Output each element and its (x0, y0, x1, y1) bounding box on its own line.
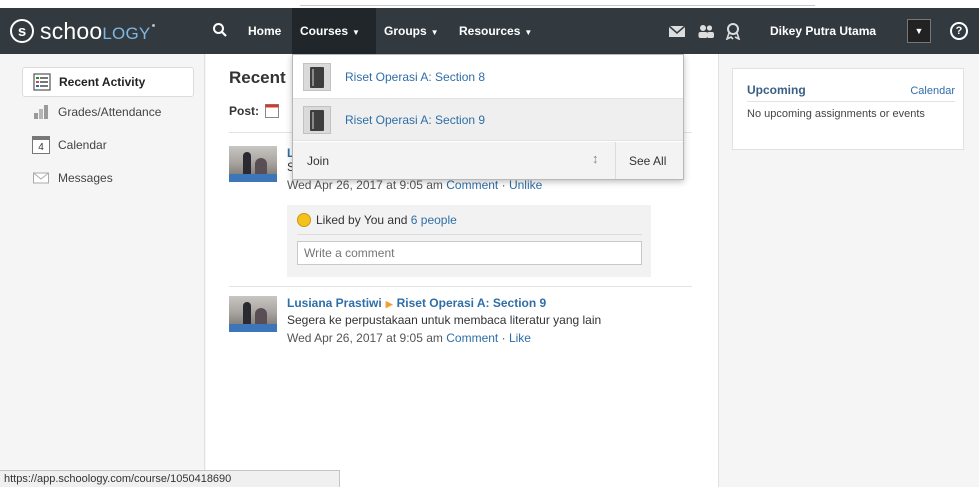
avatar[interactable] (229, 296, 277, 332)
post-bar: Post: (229, 103, 279, 118)
sidebar-item-grades[interactable]: Grades/Attendance (20, 98, 196, 126)
post-label: Post: (229, 103, 259, 118)
see-all-button[interactable]: See All (629, 154, 666, 168)
avatar-floor (229, 174, 277, 182)
feed-header: Lusiana Prastiwi ▶ Riset Operasi A: Sectio… (287, 296, 687, 310)
messages-icon[interactable] (668, 22, 686, 40)
left-sidebar: Recent Activity Grades/Attendance 4 Cale… (0, 54, 205, 487)
feed-meta: Wed Apr 26, 2017 at 9:05 am Comment · Un… (287, 178, 687, 192)
envelope-icon (33, 172, 49, 184)
logo-text-accent: logy (102, 23, 151, 43)
divider (747, 101, 955, 102)
unlike-link[interactable]: Unlike (509, 178, 542, 192)
course-book-icon (303, 105, 331, 134)
arrow-right-icon: ▶ (385, 299, 393, 309)
logo-text-main: schoo (40, 17, 103, 44)
sidebar-item-recent-activity[interactable]: Recent Activity (22, 67, 194, 97)
nav-courses[interactable]: Courses ▼ (292, 8, 376, 54)
user-menu-dropdown[interactable]: ▼ (907, 19, 931, 43)
connections-icon[interactable] (697, 22, 715, 40)
upcoming-title: Upcoming (747, 83, 806, 97)
nav-resources-label: Resources (459, 24, 521, 38)
logo-s-circle: s (10, 19, 34, 43)
chevron-down-icon: ▼ (524, 28, 533, 37)
right-sidebar: Upcoming Calendar No upcoming assignment… (718, 54, 979, 487)
divider (300, 5, 815, 6)
logo-text: schoology (40, 18, 150, 45)
comment-link[interactable]: Comment (446, 331, 498, 345)
user-name[interactable]: Dikey Putra Utama (770, 8, 876, 54)
feed-text: Segera ke perpustakaan untuk membaca lit… (287, 313, 602, 327)
upcoming-panel: Upcoming Calendar No upcoming assignment… (732, 68, 964, 150)
sidebar-item-label: Messages (58, 171, 113, 185)
book-spine (312, 68, 314, 86)
sidebar-item-label: Recent Activity (59, 75, 146, 89)
feed-meta: Wed Apr 26, 2017 at 9:05 am Comment · Li… (287, 331, 687, 345)
calendar-link[interactable]: Calendar (910, 85, 955, 97)
sort-icon[interactable]: ↕ (592, 151, 599, 166)
grades-icon (34, 105, 48, 119)
browser-top-strip (0, 0, 979, 8)
badge-icon[interactable] (724, 22, 742, 40)
sidebar-item-label: Calendar (58, 138, 107, 152)
course-item-label: Riset Operasi A: Section 8 (345, 69, 486, 84)
chevron-down-icon: ▼ (914, 26, 924, 36)
separator-dot: · (501, 331, 506, 345)
feed-author[interactable]: Lusiana Prastiwi (287, 296, 382, 310)
comment-link[interactable]: Comment (446, 178, 498, 192)
divider (229, 286, 692, 287)
course-item[interactable]: Riset Operasi A: Section 9 (293, 98, 683, 141)
divider (297, 234, 642, 235)
top-navbar: s schoology Home Courses ▼ Groups ▼ Resour… (0, 8, 979, 54)
likes-line: Liked by You and 6 people (297, 213, 457, 227)
courses-dropdown: Riset Operasi A: Section 8 Riset Operasi… (292, 54, 684, 180)
recent-activity-icon (33, 73, 51, 91)
join-course-button[interactable]: Join (307, 154, 329, 168)
nav-resources[interactable]: Resources ▼ (451, 8, 540, 54)
sidebar-item-label: Grades/Attendance (58, 105, 162, 119)
page-title: Recent (229, 68, 286, 87)
nav-courses-label: Courses (300, 24, 349, 38)
avatar-floor (229, 324, 277, 332)
chevron-down-icon: ▼ (352, 28, 360, 37)
like-link[interactable]: Like (509, 331, 531, 345)
feed-item: Lusiana Prastiwi ▶ Riset Operasi A: Sectio… (229, 296, 692, 356)
help-icon[interactable]: ? (950, 22, 968, 40)
course-item[interactable]: Riset Operasi A: Section 8 (293, 55, 683, 98)
feed-body: Lusiana Prastiwi ▶ Riset Operasi A: Sectio… (287, 296, 687, 345)
sidebar-item-calendar[interactable]: 4 Calendar (20, 131, 196, 159)
course-item-label: Riset Operasi A: Section 9 (345, 112, 486, 127)
post-event-icon[interactable] (265, 103, 279, 118)
upcoming-empty-text: No upcoming assignments or events (747, 108, 925, 120)
comment-input[interactable] (297, 241, 642, 265)
divider (615, 142, 616, 179)
separator-dot: · (501, 178, 506, 192)
like-smiley-icon (297, 213, 311, 227)
avatar[interactable] (229, 146, 277, 182)
course-book-icon (303, 62, 331, 91)
likes-people-link[interactable]: 6 people (411, 213, 457, 227)
chevron-down-icon: ▼ (430, 28, 439, 37)
feed-course-link[interactable]: Riset Operasi A: Section 9 (397, 296, 547, 310)
nav-groups-label: Groups (384, 24, 427, 38)
status-url-bar: https://app.schoology.com/course/1050418… (0, 470, 340, 487)
likes-box: Liked by You and 6 people (287, 205, 651, 277)
search-icon[interactable] (212, 22, 228, 38)
likes-prefix: Liked by You and (316, 213, 408, 227)
book-spine (312, 111, 314, 129)
dropdown-footer: Join ↕ See All (293, 142, 683, 179)
post-time: Wed Apr 26, 2017 at 9:05 am (287, 178, 443, 192)
schoology-logo[interactable]: s schoology (10, 16, 156, 46)
sidebar-item-messages[interactable]: Messages (20, 164, 196, 192)
nav-groups[interactable]: Groups ▼ (376, 8, 447, 54)
post-time: Wed Apr 26, 2017 at 9:05 am (287, 331, 443, 345)
nav-home[interactable]: Home (240, 8, 289, 54)
logo-dot (152, 23, 156, 27)
calendar-icon: 4 (32, 136, 50, 154)
